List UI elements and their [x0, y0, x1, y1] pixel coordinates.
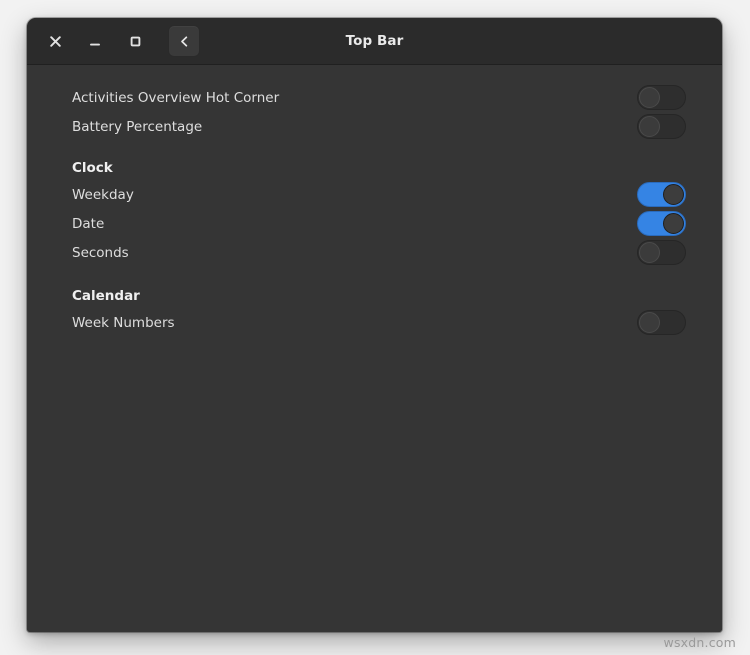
setting-row-date: Date: [45, 209, 704, 238]
chevron-left-icon: [178, 35, 191, 48]
window-controls: [27, 25, 200, 57]
toggle-seconds[interactable]: [637, 240, 686, 265]
setting-label: Week Numbers: [72, 314, 175, 331]
toggle-knob: [663, 184, 684, 205]
setting-row-activities-overview-hot-corner: Activities Overview Hot Corner: [45, 83, 704, 112]
section-heading-calendar: Calendar: [72, 287, 140, 304]
settings-window: Top Bar Activities Overview Hot Corner B…: [27, 18, 722, 632]
setting-label: Weekday: [72, 186, 134, 203]
setting-label: Date: [72, 215, 105, 232]
setting-row-seconds: Seconds: [45, 238, 704, 267]
toggle-weekday[interactable]: [637, 182, 686, 207]
toggle-week-numbers[interactable]: [637, 310, 686, 335]
maximize-button[interactable]: [120, 26, 150, 56]
minimize-button[interactable]: [80, 26, 110, 56]
window-titlebar: Top Bar: [27, 18, 722, 65]
setting-row-battery-percentage: Battery Percentage: [45, 112, 704, 141]
settings-list: Activities Overview Hot Corner Battery P…: [27, 65, 722, 632]
toggle-activities-overview-hot-corner[interactable]: [637, 85, 686, 110]
setting-label: Activities Overview Hot Corner: [72, 89, 280, 106]
setting-label: Battery Percentage: [72, 118, 203, 135]
setting-label: Seconds: [72, 244, 129, 261]
toggle-knob: [639, 242, 660, 263]
toggle-knob: [639, 87, 660, 108]
section-heading-clock: Clock: [72, 159, 113, 176]
toggle-date[interactable]: [637, 211, 686, 236]
watermark: wsxdn.com: [663, 635, 736, 650]
setting-row-week-numbers: Week Numbers: [45, 308, 704, 337]
toggle-knob: [639, 312, 660, 333]
toggle-knob: [639, 116, 660, 137]
back-button[interactable]: [168, 25, 200, 57]
toggle-battery-percentage[interactable]: [637, 114, 686, 139]
close-button[interactable]: [40, 26, 70, 56]
setting-row-weekday: Weekday: [45, 180, 704, 209]
toggle-knob: [663, 213, 684, 234]
